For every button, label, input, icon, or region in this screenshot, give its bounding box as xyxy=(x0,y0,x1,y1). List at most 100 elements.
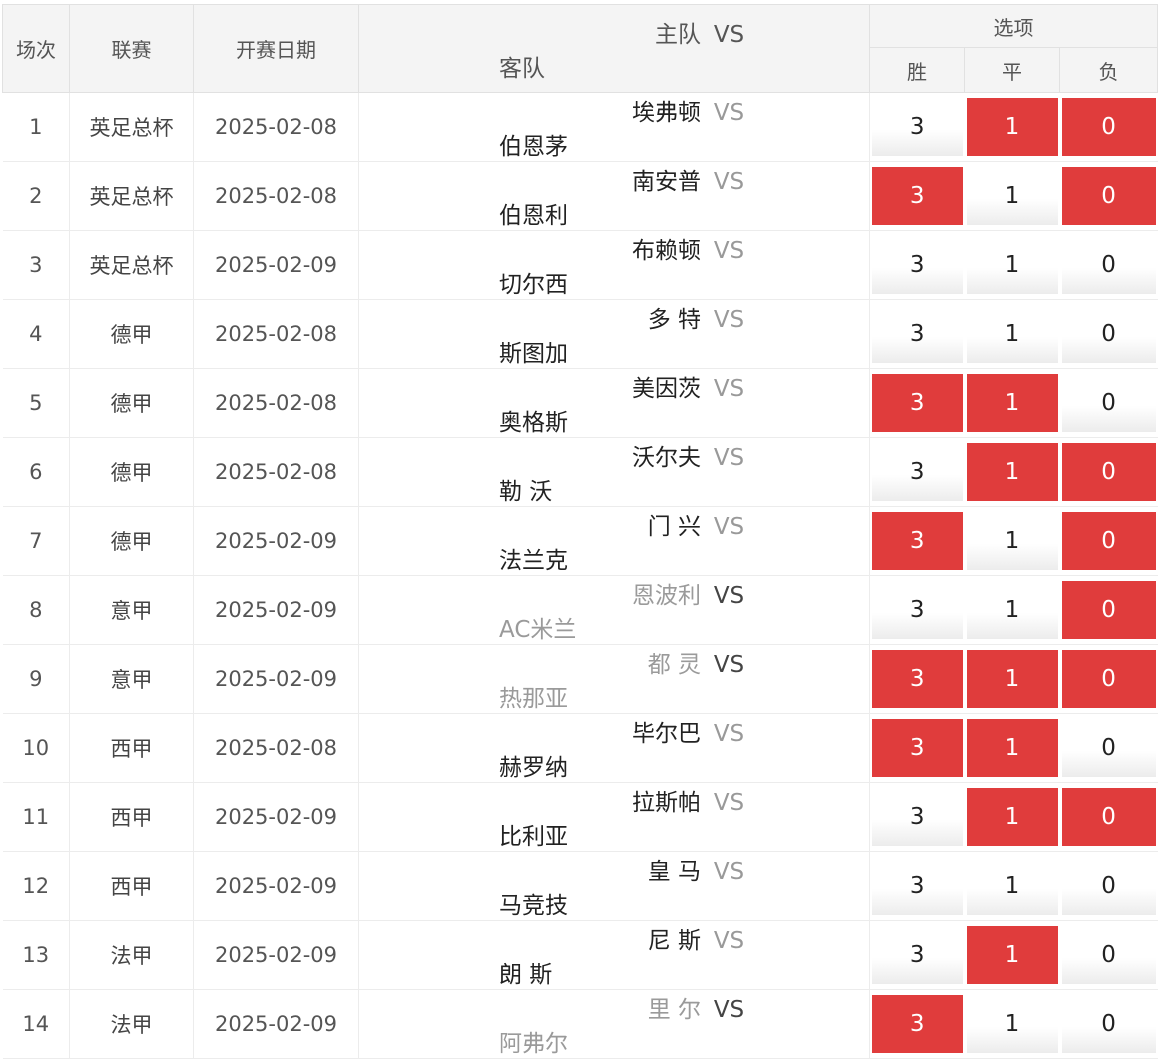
draw-option-button[interactable]: 1 xyxy=(966,236,1058,294)
vs-label: VS xyxy=(713,445,745,471)
lose-option-button[interactable]: 0 xyxy=(1061,236,1156,294)
betting-table-container: 场次 联赛 开赛日期 主队 VS客队 选项 胜 平 负 1 英足总杯 2025-02-… xyxy=(2,4,1159,1059)
win-option-button[interactable]: 3 xyxy=(872,995,963,1053)
match-number: 1 xyxy=(2,92,70,162)
lose-option-button[interactable]: 0 xyxy=(1061,650,1156,708)
header-lose: 负 xyxy=(1058,47,1159,93)
win-option-button[interactable]: 3 xyxy=(872,857,963,915)
home-team: 埃弗顿 xyxy=(632,100,701,126)
league-name: 德甲 xyxy=(69,299,194,369)
win-option-button[interactable]: 3 xyxy=(872,788,963,846)
match-number: 10 xyxy=(2,713,70,783)
draw-option-button[interactable]: 1 xyxy=(966,650,1058,708)
match-number: 6 xyxy=(2,437,70,507)
win-option-button[interactable]: 3 xyxy=(872,581,963,639)
win-option-cell: 3 xyxy=(869,575,965,645)
vs-label: VS xyxy=(713,514,745,540)
draw-option-button[interactable]: 1 xyxy=(966,98,1058,156)
draw-option-button[interactable]: 1 xyxy=(966,512,1058,570)
win-option-button[interactable]: 3 xyxy=(872,719,963,777)
table-row: 2 英足总杯 2025-02-08 南安普 VS 伯恩利 3 1 0 xyxy=(2,161,1158,231)
draw-option-button[interactable]: 1 xyxy=(966,857,1058,915)
match-date: 2025-02-09 xyxy=(193,920,359,990)
home-team: 都 灵 xyxy=(647,652,701,678)
win-option-cell: 3 xyxy=(869,506,965,576)
league-name: 意甲 xyxy=(69,644,194,714)
home-team: 多 特 xyxy=(647,307,701,333)
win-option-button[interactable]: 3 xyxy=(872,236,963,294)
table-row: 6 德甲 2025-02-08 沃尔夫 VS 勒 沃 310 xyxy=(2,437,1158,507)
win-option-button[interactable]: 3 xyxy=(872,926,963,984)
lose-option-button[interactable]: 0 xyxy=(1061,167,1156,225)
draw-option-cell: 1 xyxy=(964,644,1060,714)
home-team: 门 兴 xyxy=(647,514,701,540)
match-teams: 都 灵 VS 热那亚 xyxy=(358,644,870,714)
table-row: 3 英足总杯 2025-02-09 布赖顿 VS切尔西 3 1 0 xyxy=(2,230,1158,300)
lose-option-button[interactable]: 0 xyxy=(1061,719,1156,777)
draw-option-cell: 1 xyxy=(964,920,1060,990)
lose-option-button[interactable]: 0 xyxy=(1061,512,1156,570)
match-teams: 埃弗顿 VS 伯恩茅 xyxy=(358,92,870,162)
lose-option-cell: 0 xyxy=(1059,989,1158,1059)
win-option-button[interactable]: 3 xyxy=(872,650,963,708)
lose-option-button[interactable]: 0 xyxy=(1061,374,1156,432)
away-team: 勒 沃 xyxy=(499,479,553,505)
match-teams: 里 尔 VS 阿弗尔 xyxy=(358,989,870,1059)
lose-option-button[interactable]: 0 xyxy=(1061,995,1156,1053)
win-option-button[interactable]: 3 xyxy=(872,305,963,363)
table-row: 9 意甲 2025-02-09 都 灵 VS 热那亚 3 1 0 xyxy=(2,644,1158,714)
draw-option-cell: 1 xyxy=(964,713,1060,783)
lose-option-cell: 0 xyxy=(1059,368,1158,438)
league-name: 西甲 xyxy=(69,851,194,921)
draw-option-button[interactable]: 1 xyxy=(966,167,1058,225)
draw-option-cell: 1 xyxy=(964,368,1060,438)
draw-option-button[interactable]: 1 xyxy=(966,305,1058,363)
header-away: 客队 xyxy=(499,55,545,82)
home-team: 拉斯帕 xyxy=(632,790,701,816)
league-name: 英足总杯 xyxy=(69,161,194,231)
win-option-button[interactable]: 3 xyxy=(872,98,963,156)
draw-option-button[interactable]: 1 xyxy=(966,443,1058,501)
home-team: 毕尔巴 xyxy=(632,721,701,747)
match-date: 2025-02-09 xyxy=(193,644,359,714)
draw-option-button[interactable]: 1 xyxy=(966,926,1058,984)
draw-option-button[interactable]: 1 xyxy=(966,788,1058,846)
draw-option-button[interactable]: 1 xyxy=(966,374,1058,432)
league-name: 德甲 xyxy=(69,506,194,576)
draw-option-cell: 1 xyxy=(964,437,1060,507)
draw-option-cell: 1 xyxy=(964,92,1060,162)
vs-label: VS xyxy=(713,859,745,885)
match-number: 7 xyxy=(2,506,70,576)
match-number: 14 xyxy=(2,989,70,1059)
lose-option-cell: 0 xyxy=(1059,437,1158,507)
header-home: 主队 xyxy=(655,21,701,48)
win-option-button[interactable]: 3 xyxy=(872,167,963,225)
win-option-button[interactable]: 3 xyxy=(872,443,963,501)
away-team: 朗 斯 xyxy=(499,962,553,988)
lose-option-button[interactable]: 0 xyxy=(1061,581,1156,639)
lose-option-button[interactable]: 0 xyxy=(1061,857,1156,915)
win-option-button[interactable]: 3 xyxy=(872,512,963,570)
match-date: 2025-02-09 xyxy=(193,506,359,576)
lose-option-button[interactable]: 0 xyxy=(1061,305,1156,363)
win-option-cell: 3 xyxy=(869,644,965,714)
home-team: 皇 马 xyxy=(647,859,701,885)
header-options: 选项 xyxy=(868,4,1159,48)
draw-option-button[interactable]: 1 xyxy=(966,719,1058,777)
away-team: 比利亚 xyxy=(499,824,568,850)
lose-option-button[interactable]: 0 xyxy=(1061,788,1156,846)
draw-option-cell: 1 xyxy=(964,161,1060,231)
lose-option-button[interactable]: 0 xyxy=(1061,443,1156,501)
draw-option-button[interactable]: 1 xyxy=(966,581,1058,639)
match-date: 2025-02-09 xyxy=(193,851,359,921)
table-row: 12 西甲 2025-02-09 皇 马 VS 马竞技 3 1 0 xyxy=(2,851,1158,921)
lose-option-button[interactable]: 0 xyxy=(1061,926,1156,984)
table-row: 4 德甲 2025-02-08 多 特 VS 斯图加 3 1 0 xyxy=(2,299,1158,369)
draw-option-button[interactable]: 1 xyxy=(966,995,1058,1053)
vs-label: VS xyxy=(713,997,745,1023)
win-option-button[interactable]: 3 xyxy=(872,374,963,432)
match-table: 场次 联赛 开赛日期 主队 VS客队 选项 胜 平 负 1 英足总杯 2025-02-… xyxy=(2,4,1159,1059)
table-header: 场次 联赛 开赛日期 主队 VS 客队 选项 胜 平 负 xyxy=(2,4,1159,93)
lose-option-button[interactable]: 0 xyxy=(1061,98,1156,156)
match-date: 2025-02-09 xyxy=(193,782,359,852)
